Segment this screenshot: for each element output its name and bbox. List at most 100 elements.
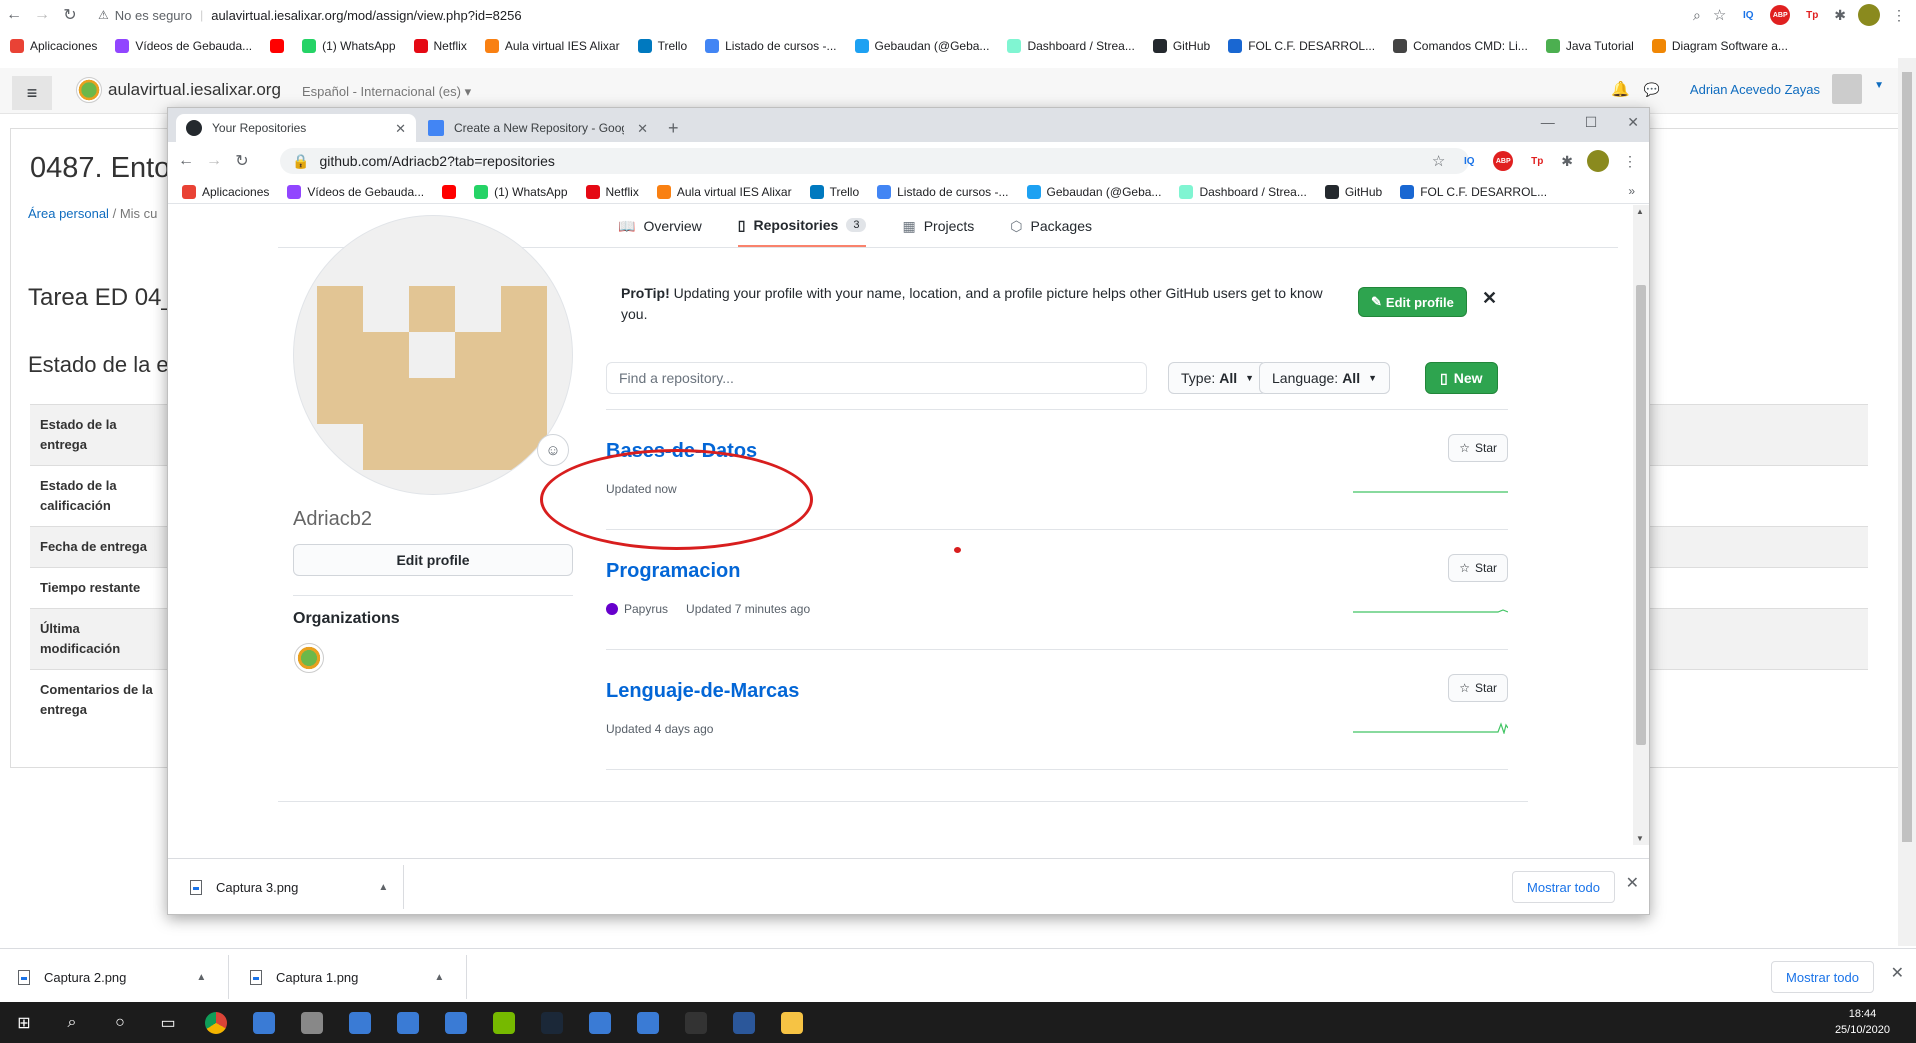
profile-avatar-icon[interactable] — [1858, 4, 1880, 26]
steam-icon[interactable] — [528, 1002, 576, 1043]
adblock-extension-icon[interactable]: ABP — [1493, 151, 1514, 171]
app-icon[interactable] — [384, 1002, 432, 1043]
menu-icon[interactable]: ⋮ — [1623, 153, 1637, 170]
profile-avatar-icon[interactable] — [1587, 150, 1609, 172]
bookmark-item[interactable]: Trello — [637, 39, 687, 53]
bookmark-item[interactable] — [270, 39, 285, 53]
bookmark-item[interactable]: Vídeos de Gebauda... — [115, 39, 252, 53]
explorer-icon[interactable] — [336, 1002, 384, 1043]
close-icon[interactable]: ✕ — [1626, 873, 1639, 893]
bookmark-item[interactable]: Aplicaciones — [10, 39, 97, 53]
app-icon[interactable] — [240, 1002, 288, 1043]
close-icon[interactable]: ✕ — [395, 121, 406, 137]
terminal-icon[interactable] — [672, 1002, 720, 1043]
bookmark-item[interactable]: Diagram Software a... — [1651, 39, 1788, 53]
bookmark-item[interactable]: Listado de cursos -... — [705, 39, 837, 53]
new-tab-icon[interactable]: + — [668, 118, 679, 139]
bookmark-item[interactable]: (1) WhatsApp — [474, 184, 568, 199]
repository-name-link[interactable]: Lenguaje-de-Marcas — [606, 680, 799, 703]
url-field[interactable]: 🔒 github.com/Adriacb2?tab=repositories — [280, 148, 1469, 174]
close-window-icon[interactable]: ✕ — [1627, 114, 1639, 131]
tab-repositories[interactable]: ▯ Repositories 3 — [737, 205, 867, 247]
bookmark-item[interactable]: Aula virtual IES Alixar — [484, 39, 620, 53]
zoom-icon[interactable]: ⌕ — [1693, 7, 1701, 24]
bookmark-item[interactable]: Listado de cursos -... — [877, 184, 1009, 199]
insecure-label[interactable]: No es seguro — [115, 8, 192, 23]
extensions-icon[interactable]: ✱ — [1834, 7, 1846, 24]
tab-your-repositories[interactable]: Your Repositories ✕ — [176, 114, 416, 142]
chevron-up-icon[interactable]: ▲ — [196, 972, 206, 983]
download-item[interactable]: Captura 2.png ▲ — [18, 959, 206, 995]
close-icon[interactable]: ✕ — [1482, 288, 1497, 309]
bookmark-item[interactable]: Vídeos de Gebauda... — [287, 184, 424, 199]
tp-extension-icon[interactable]: Tp — [1527, 151, 1547, 171]
bookmark-item[interactable]: Comandos CMD: Li... — [1393, 39, 1528, 53]
tp-extension-icon[interactable]: Tp — [1802, 5, 1822, 25]
iq-extension-icon[interactable]: IQ — [1738, 5, 1758, 25]
protip-edit-profile-button[interactable]: ✎ Edit profile — [1358, 287, 1467, 317]
bookmark-item[interactable]: GitHub — [1324, 184, 1382, 199]
reload-icon[interactable]: ↻ — [228, 151, 256, 171]
download-item[interactable]: Captura 1.png ▲ — [250, 959, 444, 995]
set-status-smiley-icon[interactable]: ☺ — [537, 434, 569, 466]
bookmark-item[interactable]: Trello — [809, 184, 859, 199]
star-button[interactable]: ☆ Star — [1448, 674, 1508, 702]
bookmark-item[interactable]: Dashboard / Strea... — [1007, 39, 1135, 53]
bookmark-item[interactable]: Java Tutorial — [1545, 39, 1634, 53]
system-clock[interactable]: 18:44 25/10/2020 — [1835, 1006, 1890, 1038]
messages-icon[interactable]: 💬 — [1644, 82, 1660, 98]
language-selector[interactable]: Español - Internacional (es) ▾ — [302, 84, 471, 100]
chevron-up-icon[interactable]: ▲ — [434, 972, 444, 983]
site-name[interactable]: aulavirtual.iesalixar.org — [108, 80, 281, 100]
star-button[interactable]: ☆ Star — [1448, 434, 1508, 462]
type-filter-dropdown[interactable]: Type: All ▼ — [1168, 362, 1268, 394]
notification-bell-icon[interactable]: 🔔 — [1611, 80, 1630, 98]
breadcrumb-home[interactable]: Área personal — [28, 206, 109, 221]
warning-icon[interactable]: ⚠ — [98, 8, 109, 22]
more-bookmarks-icon[interactable]: » — [1628, 184, 1635, 198]
cortana-icon[interactable]: ○ — [96, 1002, 144, 1043]
user-avatar[interactable] — [1832, 74, 1862, 104]
bookmark-item[interactable]: FOL C.F. DESARROL... — [1400, 184, 1547, 199]
organization-avatar[interactable] — [294, 643, 324, 673]
breadcrumb-courses[interactable]: Mis cu — [120, 206, 158, 221]
user-name[interactable]: Adrian Acevedo Zayas — [1690, 82, 1820, 97]
app-icon[interactable] — [576, 1002, 624, 1043]
app-icon[interactable] — [432, 1002, 480, 1043]
bookmark-item[interactable] — [442, 184, 457, 199]
forward-icon[interactable]: → — [28, 6, 56, 24]
bookmark-item[interactable]: Netflix — [413, 39, 467, 53]
bookmark-star-icon[interactable]: ☆ — [1713, 6, 1726, 24]
find-repository-input[interactable] — [606, 362, 1147, 394]
show-all-downloads-button[interactable]: Mostrar todo — [1512, 871, 1615, 903]
bookmark-item[interactable]: Dashboard / Strea... — [1179, 184, 1307, 199]
task-view-icon[interactable]: ▭ — [144, 1002, 192, 1043]
profile-avatar[interactable] — [293, 215, 573, 495]
outer-scrollbar-thumb[interactable] — [1902, 72, 1912, 842]
bookmark-item[interactable]: (1) WhatsApp — [302, 39, 396, 53]
menu-icon[interactable]: ⋮ — [1892, 7, 1906, 24]
hamburger-menu-icon[interactable]: ≡ — [12, 76, 52, 110]
tab-projects[interactable]: ▦ Projects — [902, 205, 974, 247]
bookmark-item[interactable]: Gebaudan (@Geba... — [1026, 184, 1161, 199]
popup-scrollbar-thumb[interactable] — [1636, 285, 1646, 745]
repository-name-link[interactable]: Programacion — [606, 560, 740, 583]
url-field[interactable]: aulavirtual.iesalixar.org/mod/assign/vie… — [211, 8, 521, 23]
scroll-up-icon[interactable]: ▲ — [1636, 207, 1644, 216]
show-all-downloads-button[interactable]: Mostrar todo — [1771, 961, 1874, 993]
star-button[interactable]: ☆ Star — [1448, 554, 1508, 582]
scroll-down-icon[interactable]: ▼ — [1636, 834, 1644, 843]
bookmark-item[interactable]: Aula virtual IES Alixar — [656, 184, 792, 199]
chevron-up-icon[interactable]: ▲ — [378, 882, 388, 893]
minimize-icon[interactable]: — — [1541, 114, 1555, 131]
tab-create-repository[interactable]: Create a New Repository - Googl ✕ — [418, 114, 658, 142]
bookmark-item[interactable]: GitHub — [1152, 39, 1210, 53]
iq-extension-icon[interactable]: IQ — [1459, 151, 1479, 171]
nvidia-icon[interactable] — [480, 1002, 528, 1043]
extensions-icon[interactable]: ✱ — [1561, 153, 1573, 170]
reload-icon[interactable]: ↻ — [56, 5, 84, 25]
download-item[interactable]: Captura 3.png ▲ — [190, 869, 388, 905]
bookmark-item[interactable]: FOL C.F. DESARROL... — [1228, 39, 1375, 53]
back-icon[interactable]: ← — [172, 152, 200, 170]
popup-scrollbar[interactable]: ▲ ▼ — [1633, 205, 1649, 845]
